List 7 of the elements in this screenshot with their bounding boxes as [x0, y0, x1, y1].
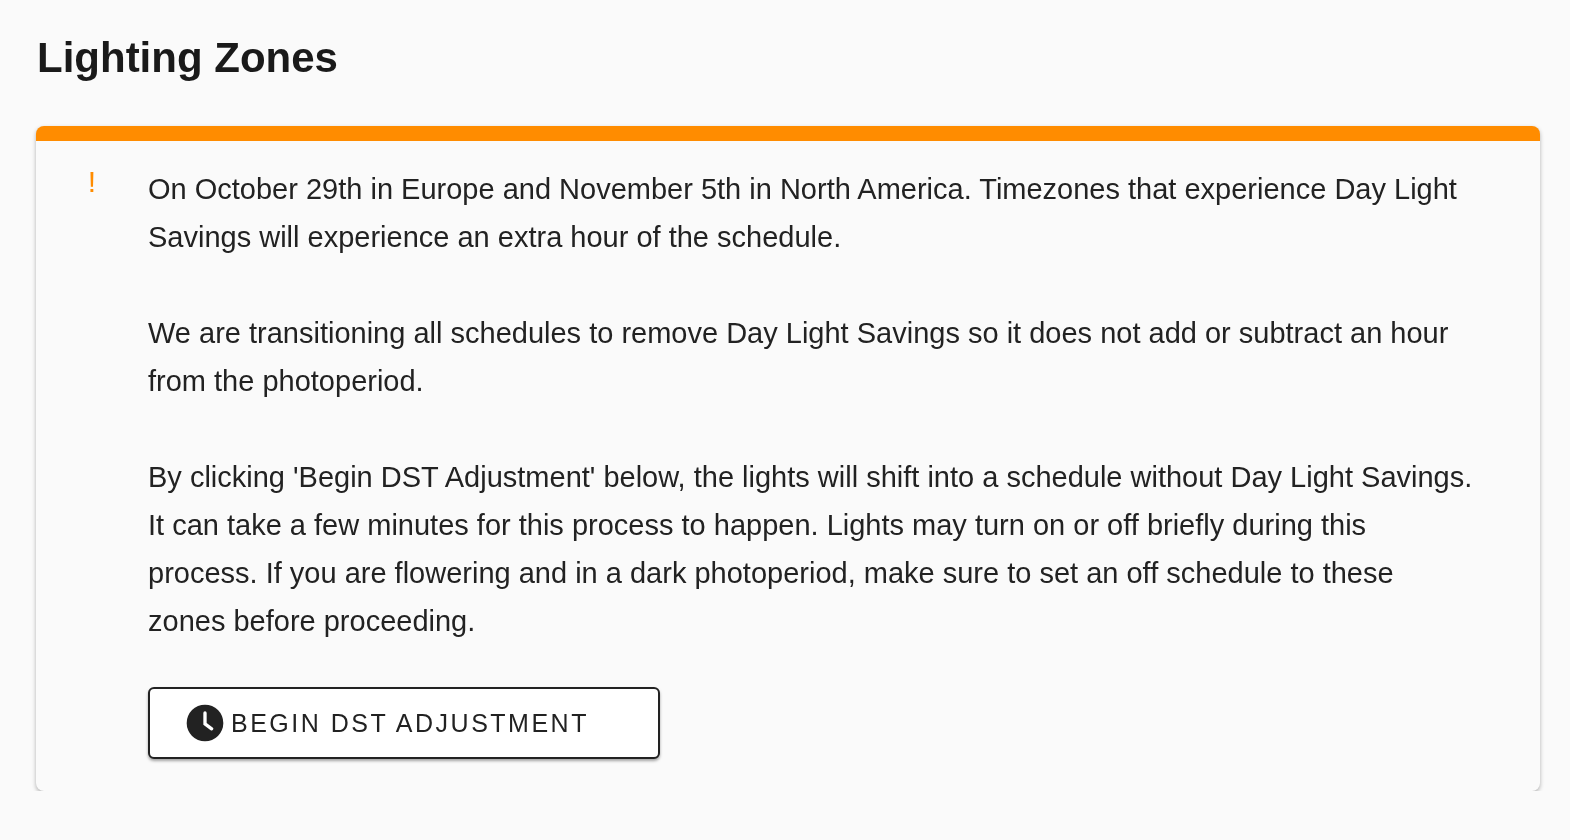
alert-text: By clicking 'Begin DST Adjustment' below, the lights will shift into a schedule without Day Light Savings. It can take a few minutes for this process to happen. Lights may turn on or off briefly during this process. If you are flowering and in a dark photoperiod, make sure to set an off schedule to these zones before proceeding.: [148, 460, 1474, 639]
begin-dst-adjustment-button[interactable]: BEGIN DST ADJUSTMENT: [148, 687, 660, 759]
page-title: Lighting Zones: [37, 34, 339, 82]
alert-text: We are transitioning all schedules to remove Day Light Savings so it does not add or subtract an hour from the photoperiod.: [148, 316, 1450, 399]
exclamation-icon: !: [36, 165, 148, 759]
alert-text: On October 29th in Europe and November 5th in North America. Timezones that experience Day Light Savings will experience an extra hour of the schedule.: [148, 172, 1458, 255]
clock-icon: [185, 703, 225, 743]
